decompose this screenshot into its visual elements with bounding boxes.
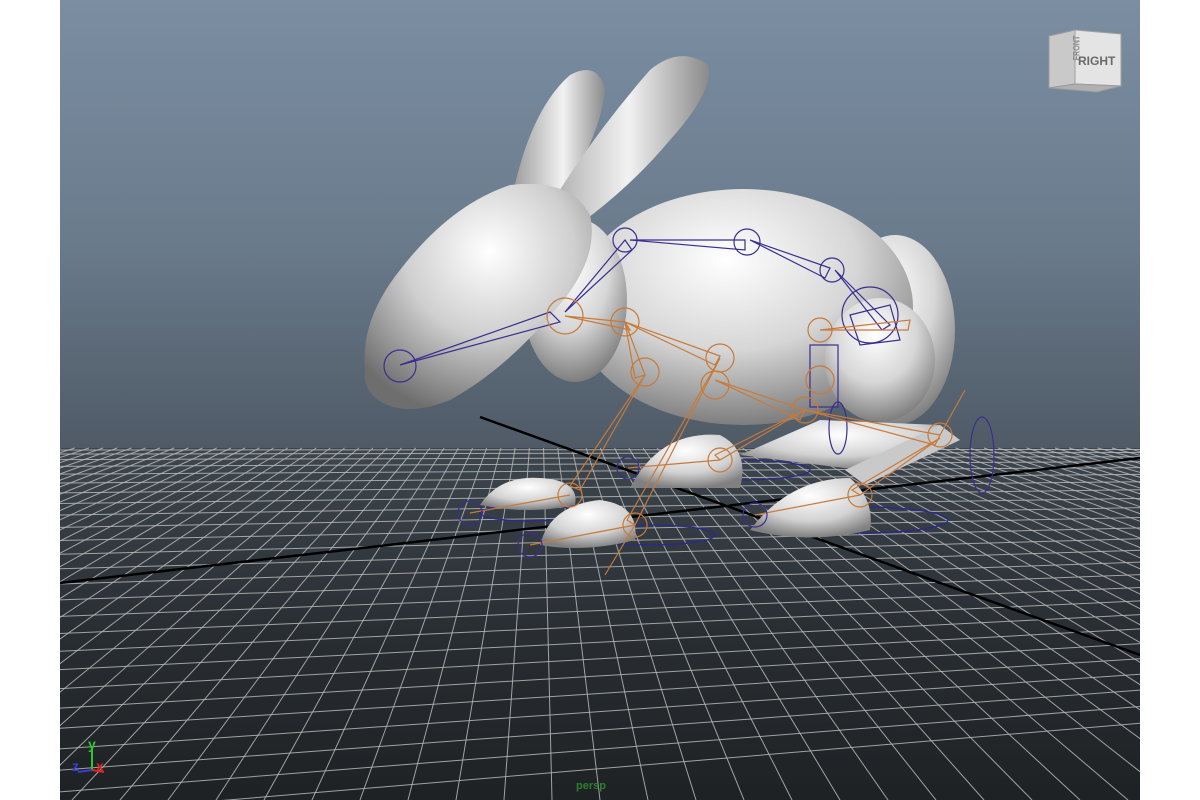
axis-x-label: x [96,758,104,774]
axis-z-line [77,769,93,773]
view-cube-right-label[interactable]: RIGHT [1078,54,1115,68]
axis-z-label: z [72,758,79,774]
perspective-viewport[interactable]: FRONT RIGHT y z x persp [60,0,1140,800]
camera-name-label: persp [576,780,606,792]
heel-bone [939,389,966,436]
axis-y-label: y [88,736,96,752]
axis-triad: y z x [66,736,116,780]
ground-grid [60,415,1140,800]
view-cube-icon[interactable]: FRONT RIGHT [1045,26,1125,96]
viewport-scene[interactable] [60,0,1140,800]
